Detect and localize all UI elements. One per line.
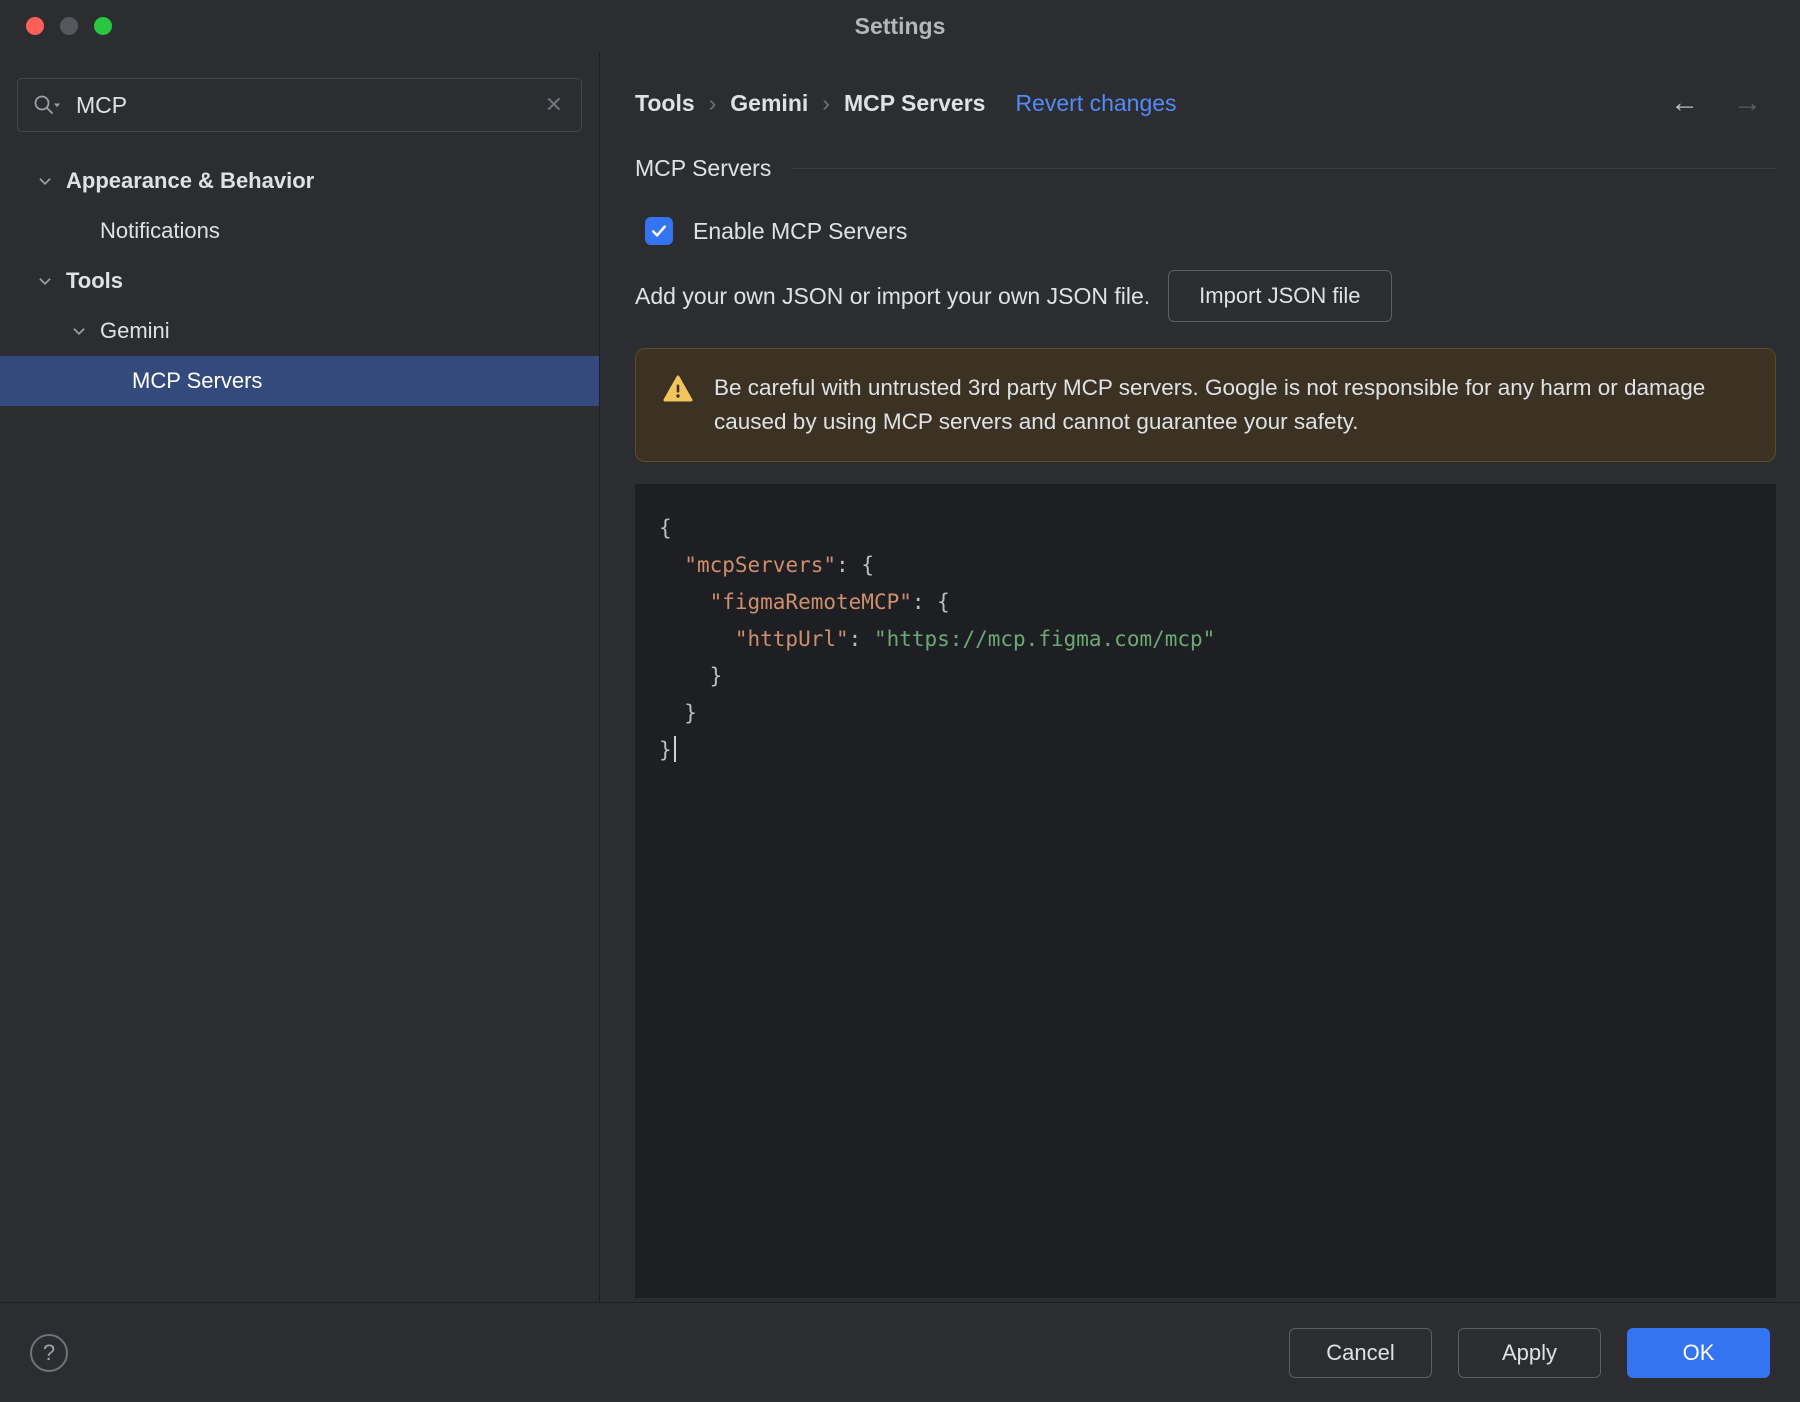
add-json-text: Add your own JSON or import your own JSO… bbox=[635, 282, 1151, 309]
mcp-servers-panel: Tools › Gemini › MCP Servers Revert chan… bbox=[600, 52, 1800, 1302]
code-line[interactable]: } bbox=[659, 658, 1756, 695]
enable-mcp-servers-checkbox[interactable] bbox=[645, 217, 673, 245]
breadcrumb: Tools › Gemini › MCP Servers Revert chan… bbox=[635, 80, 1776, 126]
chevron-down-icon[interactable] bbox=[34, 170, 56, 192]
code-line[interactable]: "figmaRemoteMCP": { bbox=[659, 584, 1756, 621]
help-icon[interactable]: ? bbox=[30, 1333, 68, 1372]
clear-search-icon[interactable]: ✕ bbox=[545, 92, 563, 118]
import-json-file-button[interactable]: Import JSON file bbox=[1168, 270, 1392, 322]
breadcrumb-gemini[interactable]: Gemini bbox=[730, 90, 808, 117]
sidebar-item-appearance-behavior[interactable]: Appearance & Behavior bbox=[0, 156, 599, 206]
sidebar-item-label: Tools bbox=[66, 268, 124, 293]
warning-text: Be careful with untrusted 3rd party MCP … bbox=[714, 375, 1706, 434]
chevron-down-icon[interactable] bbox=[34, 270, 56, 292]
titlebar: Settings bbox=[0, 0, 1800, 52]
back-arrow-icon[interactable]: ← bbox=[1670, 88, 1699, 118]
settings-sidebar: MCP ✕ Appearance & Behavior Notification… bbox=[0, 52, 600, 1302]
enable-mcp-servers-row[interactable]: Enable MCP Servers bbox=[635, 208, 1776, 254]
code-line[interactable]: "httpUrl": "https://mcp.figma.com/mcp" bbox=[659, 621, 1756, 658]
sidebar-item-notifications[interactable]: Notifications bbox=[0, 206, 599, 256]
code-line[interactable]: } bbox=[659, 732, 1756, 769]
sidebar-item-label: Notifications bbox=[100, 218, 220, 243]
history-nav: ← → bbox=[1670, 86, 1776, 119]
breadcrumb-mcp-servers: MCP Servers bbox=[843, 89, 986, 116]
search-icon bbox=[32, 93, 62, 117]
chevron-down-icon[interactable] bbox=[68, 320, 90, 342]
search-input[interactable]: MCP bbox=[76, 92, 545, 119]
dialog-footer: ? Cancel Apply OK bbox=[0, 1302, 1800, 1402]
settings-tree: Appearance & Behavior Notifications Tool… bbox=[0, 156, 599, 406]
breadcrumb-separator: › bbox=[822, 89, 830, 116]
sidebar-item-tools[interactable]: Tools bbox=[0, 256, 599, 306]
settings-search-field[interactable]: MCP ✕ bbox=[17, 78, 582, 132]
window-title: Settings bbox=[854, 12, 946, 39]
section-header: MCP Servers bbox=[635, 148, 1776, 188]
revert-changes-link[interactable]: Revert changes bbox=[1015, 90, 1176, 117]
breadcrumb-tools[interactable]: Tools bbox=[635, 90, 695, 117]
forward-arrow-icon: → bbox=[1733, 86, 1762, 119]
enable-mcp-servers-label: Enable MCP Servers bbox=[693, 217, 908, 244]
warning-banner: Be careful with untrusted 3rd party MCP … bbox=[635, 348, 1776, 462]
section-title: MCP Servers bbox=[635, 154, 772, 181]
apply-button[interactable]: Apply bbox=[1458, 1327, 1601, 1378]
code-line[interactable]: "mcpServers": { bbox=[659, 547, 1756, 584]
minimize-window-button[interactable] bbox=[60, 17, 78, 35]
sidebar-item-gemini[interactable]: Gemini bbox=[0, 306, 599, 356]
window-controls bbox=[26, 0, 112, 52]
warning-icon bbox=[662, 374, 694, 409]
close-window-button[interactable] bbox=[26, 17, 44, 35]
json-editor[interactable]: { "mcpServers": { "figmaRemoteMCP": { "h… bbox=[635, 484, 1776, 1298]
code-line[interactable]: { bbox=[659, 510, 1756, 547]
sidebar-item-mcp-servers[interactable]: MCP Servers bbox=[0, 356, 599, 406]
section-divider bbox=[791, 167, 1776, 169]
ok-button[interactable]: OK bbox=[1627, 1327, 1770, 1378]
text-caret bbox=[673, 736, 676, 762]
sidebar-item-label: MCP Servers bbox=[132, 368, 263, 393]
json-editor-content[interactable]: { "mcpServers": { "figmaRemoteMCP": { "h… bbox=[659, 510, 1756, 769]
sidebar-item-label: Appearance & Behavior bbox=[66, 168, 315, 193]
sidebar-item-label: Gemini bbox=[100, 318, 170, 343]
cancel-button[interactable]: Cancel bbox=[1289, 1327, 1432, 1378]
zoom-window-button[interactable] bbox=[94, 17, 112, 35]
breadcrumb-separator: › bbox=[708, 89, 717, 116]
code-line[interactable]: } bbox=[659, 695, 1756, 732]
add-json-row: Add your own JSON or import your own JSO… bbox=[635, 270, 1776, 322]
